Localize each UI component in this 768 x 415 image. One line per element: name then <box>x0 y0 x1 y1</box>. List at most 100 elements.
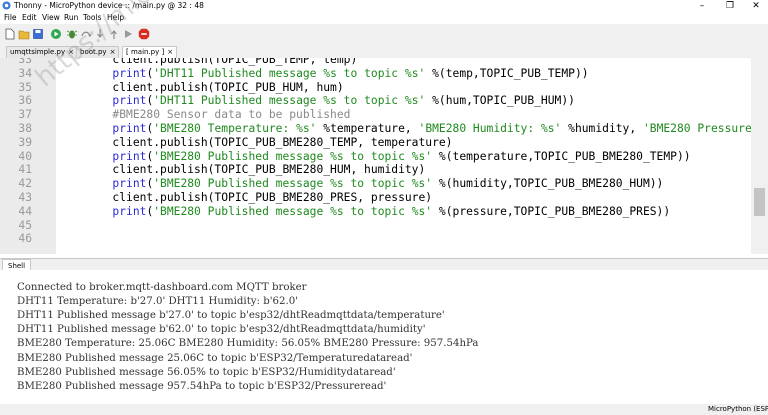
shell-tab-label: Shell <box>8 262 26 270</box>
code-text: client.publish(TOPIC_PUB_BME280_HUM, hum… <box>58 163 425 177</box>
code-line[interactable]: 41 client.publish(TOPIC_PUB_BME280_HUM, … <box>0 163 751 177</box>
line-number: 41 <box>18 163 32 177</box>
code-text: client.publish(TOPIC_PUB_HUM, hum) <box>58 80 344 95</box>
close-tab-icon[interactable]: × <box>110 48 116 56</box>
shell-line: BME280 Temperature: 25.06C BME280 Humidi… <box>17 338 479 350</box>
line-number: 46 <box>18 232 32 246</box>
menu-run[interactable]: Run <box>64 12 78 24</box>
code-token: client.publish(TOPIC_PUB_BME280_PRES, pr… <box>58 191 433 204</box>
code-token: print <box>112 94 147 108</box>
code-token: print <box>112 122 147 135</box>
menu-edit[interactable]: Edit <box>22 12 37 24</box>
code-token: print <box>112 149 147 163</box>
line-number: 40 <box>18 149 32 163</box>
line-number: 38 <box>18 122 32 135</box>
code-editor[interactable]: 33 client.publish(TOPIC_PUB_TEMP, temp) 3… <box>0 58 751 254</box>
line-number: 35 <box>18 80 32 94</box>
close-window-button[interactable]: ✕ <box>746 0 766 12</box>
status-bar: MicroPython (ESP3 <box>0 404 768 415</box>
code-text: print('BME280 Published message %s to to… <box>58 205 670 219</box>
menu-view[interactable]: View <box>42 12 60 24</box>
code-text: print('DHT11 Published message %s to top… <box>58 66 589 81</box>
code-line[interactable]: 36 print('DHT11 Published message %s to … <box>0 94 751 108</box>
shell-line: DHT11 Published message b'27.0' to topic… <box>17 310 445 322</box>
code-token: %(pressure,TOPIC_PUB_BME280_PRES)) <box>432 204 671 218</box>
menu-file[interactable]: File <box>4 12 17 24</box>
code-token: %(hum,TOPIC_PUB_HUM)) <box>425 94 575 108</box>
code-line[interactable]: 34 print('DHT11 Published message %s to … <box>0 67 751 81</box>
code-text: print('BME280 Published message %s to to… <box>58 149 690 164</box>
code-token: 'BME280 Temperature: %s' <box>153 122 317 135</box>
tab-main[interactable]: [ main.py ] × <box>122 46 178 58</box>
line-number: 42 <box>18 177 32 191</box>
line-number: 45 <box>18 218 32 232</box>
stop-icon[interactable] <box>138 28 150 40</box>
code-line[interactable]: 43 client.publish(TOPIC_PUB_BME280_PRES,… <box>0 191 751 205</box>
maximize-button[interactable]: ❐ <box>720 0 740 12</box>
shell-line: DHT11 Temperature: b'27.0' DHT11 Humidit… <box>17 296 299 308</box>
code-text: print('BME280 Published message %s to to… <box>58 177 663 191</box>
code-text: print('DHT11 Published message %s to top… <box>58 94 575 108</box>
code-token: 'DHT11 Published message %s to topic %s' <box>153 66 426 80</box>
code-token: 'DHT11 Published message %s to topic %s' <box>153 94 426 108</box>
open-file-icon[interactable] <box>18 28 30 40</box>
code-text: #BME280 Sensor data to be published <box>58 108 350 122</box>
code-token: #BME280 Sensor data to be published <box>58 108 351 122</box>
code-token: print <box>112 66 147 80</box>
code-token: 'BME280 Humidity: %s' <box>418 122 562 135</box>
line-number: 33 <box>18 58 32 66</box>
shell-line: BME280 Published message 957.54hPa to to… <box>17 380 387 392</box>
code-token: 'BME280 Published message %s to topic %s… <box>153 204 433 218</box>
code-line[interactable]: 46 <box>0 232 751 246</box>
code-text: client.publish(TOPIC_PUB_BME280_PRES, pr… <box>58 191 432 205</box>
code-line[interactable]: 44 print('BME280 Published message %s to… <box>0 205 751 219</box>
code-line[interactable]: 38 print('BME280 Temperature: %s' %tempe… <box>0 122 751 136</box>
code-text: client.publish(TOPIC_PUB_TEMP, temp) <box>58 58 357 67</box>
shell-line: BME280 Published message 25.06C to topic… <box>17 352 413 364</box>
shell-line: DHT11 Published message b'62.0' to topic… <box>17 324 426 336</box>
code-token: client.publish(TOPIC_PUB_BME280_HUM, hum… <box>58 163 426 177</box>
tab-label: [ main.py ] <box>126 48 165 56</box>
editor-tabs: umqttsimple.py × boot.py × [ main.py ] × <box>0 44 768 59</box>
code-token: 'BME280 Published message %s to topic %s… <box>153 149 433 163</box>
code-token: %(temp,TOPIC_PUB_TEMP)) <box>425 66 589 80</box>
run-icon[interactable] <box>50 28 62 40</box>
code-token: %(humidity,TOPIC_PUB_BME280_HUM)) <box>432 177 664 191</box>
code-line[interactable]: 39 client.publish(TOPIC_PUB_BME280_TEMP,… <box>0 136 751 150</box>
code-line[interactable]: 37 #BME280 Sensor data to be published <box>0 108 751 122</box>
code-token: print <box>112 204 147 218</box>
line-number: 36 <box>18 94 32 108</box>
line-number: 39 <box>18 135 32 149</box>
code-token: client.publish(TOPIC_PUB_HUM, hum) <box>58 80 344 94</box>
thonny-logo-icon <box>2 1 11 10</box>
save-file-icon[interactable] <box>32 28 44 40</box>
shell-line: BME280 Published message 56.05% to topic… <box>17 366 396 378</box>
code-text: print('BME280 Temperature: %s' %temperat… <box>58 122 751 136</box>
editor-scrollbar[interactable] <box>751 58 768 254</box>
close-tab-icon[interactable]: × <box>167 48 173 56</box>
new-file-icon[interactable] <box>4 28 16 40</box>
shell-line: Connected to broker.mqtt-dashboard.com M… <box>17 282 307 293</box>
code-token: client.publish(TOPIC_PUB_BME280_TEMP, te… <box>58 135 453 149</box>
line-number: 34 <box>18 66 32 80</box>
code-line[interactable]: 45 <box>0 219 751 233</box>
interpreter-status[interactable]: MicroPython (ESP3 <box>708 404 768 415</box>
minimize-button[interactable]: – <box>692 0 712 12</box>
code-line[interactable]: 35 client.publish(TOPIC_PUB_HUM, hum) <box>0 81 751 95</box>
code-line[interactable]: 33 client.publish(TOPIC_PUB_TEMP, temp) <box>0 58 751 67</box>
code-line[interactable]: 42 print('BME280 Published message %s to… <box>0 177 751 191</box>
code-token: client.publish(TOPIC_PUB_TEMP, temp) <box>58 58 358 66</box>
shell-output[interactable]: Connected to broker.mqtt-dashboard.com M… <box>0 270 768 404</box>
code-token: print <box>112 177 147 191</box>
line-number: 44 <box>18 204 32 218</box>
code-token: 'BME280 Pressure: %s' <box>642 122 751 135</box>
code-token: %humidity, <box>561 122 643 135</box>
code-token: 'BME280 Published message %s to topic %s… <box>153 177 433 191</box>
code-token: %temperature, <box>316 122 419 135</box>
code-text: client.publish(TOPIC_PUB_BME280_TEMP, te… <box>58 136 452 150</box>
code-line[interactable]: 40 print('BME280 Published message %s to… <box>0 150 751 164</box>
scrollbar-thumb[interactable] <box>754 188 765 216</box>
